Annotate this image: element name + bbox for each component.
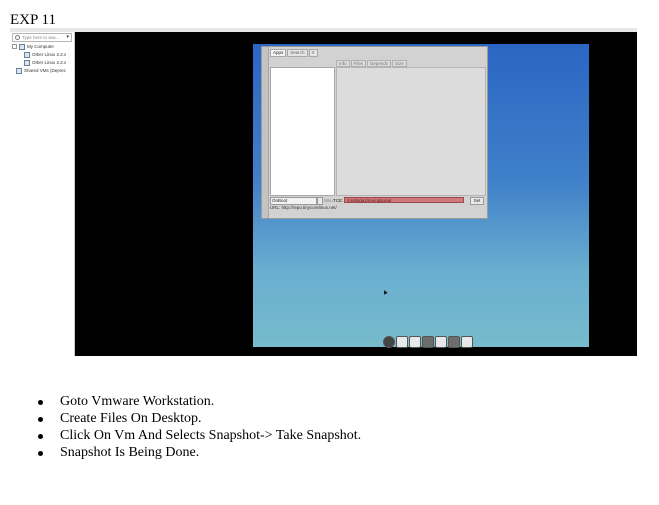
- vm-console[interactable]: Apps Search X Info Files Depends Size OnBoot …: [75, 32, 637, 356]
- tab-search[interactable]: Search: [287, 49, 308, 57]
- document-heading: EXP 11: [10, 12, 56, 28]
- shared-vms-icon: [16, 67, 22, 74]
- guest-desktop[interactable]: Apps Search X Info Files Depends Size OnBoot …: [253, 44, 589, 349]
- tab-close[interactable]: X: [308, 49, 318, 57]
- pencil-icon[interactable]: [396, 336, 408, 349]
- bullet-icon: [38, 434, 43, 439]
- tce-label: TCE:: [333, 198, 344, 203]
- window-side-titlebar[interactable]: [262, 47, 269, 218]
- gear-icon[interactable]: [422, 336, 434, 349]
- apps-list[interactable]: [270, 67, 335, 196]
- tree-item-label: Other Linux 2.2.x: [32, 52, 67, 57]
- vm-library-panel: Type here to sea... ▾ My Computer Other …: [10, 32, 75, 356]
- tab-apps[interactable]: Apps: [270, 49, 287, 57]
- search-icon: [15, 35, 20, 40]
- tab-depends[interactable]: Depends: [367, 60, 392, 67]
- tree-item-shared-vms[interactable]: Shared VMs (Deprec: [16, 67, 66, 74]
- power-icon[interactable]: [383, 336, 395, 349]
- tree-item-vm-2[interactable]: Other Linux 2.2.x: [24, 59, 66, 66]
- steps-list: Goto Vmware Workstation. Create Files On…: [38, 393, 361, 461]
- dropdown-arrow-icon[interactable]: ▾: [66, 34, 69, 41]
- tab-info[interactable]: Info: [336, 60, 350, 67]
- search-placeholder: Type here to sea...: [22, 35, 60, 40]
- terminal-icon[interactable]: [448, 336, 460, 349]
- computer-icon: [19, 43, 25, 50]
- info-pane: [336, 67, 486, 196]
- repository-url: URL: http://repo.tinycorelinux.net/: [270, 205, 337, 210]
- tree-item-label: My Computer: [27, 44, 55, 49]
- step-text: Goto Vmware Workstation.: [60, 394, 215, 409]
- library-search-box[interactable]: Type here to sea... ▾: [12, 33, 72, 42]
- list-item: Goto Vmware Workstation.: [38, 393, 361, 410]
- step-text: Snapshot Is Being Done.: [60, 445, 200, 460]
- vm-icon: [24, 51, 30, 58]
- list-item: Create Files On Desktop.: [38, 410, 361, 427]
- step-text: Create Files On Desktop.: [60, 411, 202, 426]
- list-item: Snapshot Is Being Done.: [38, 444, 361, 461]
- tce-path-field[interactable]: /mnt/sda1/tce/optional: [344, 197, 464, 203]
- tree-item-label: Shared VMs (Deprec: [24, 68, 67, 73]
- mouse-cursor-icon: [382, 289, 388, 295]
- bullet-icon: [38, 417, 43, 422]
- install-options-bar: OnBoot Mnu TCE: /mnt/sda1/tce/optional S…: [270, 197, 484, 205]
- apps-icon[interactable]: [409, 336, 421, 349]
- vmware-screenshot: Type here to sea... ▾ My Computer Other …: [10, 28, 637, 356]
- screen-icon[interactable]: [461, 336, 473, 349]
- app-browser-window[interactable]: Apps Search X Info Files Depends Size OnBoot …: [261, 46, 488, 219]
- bullet-icon: [38, 400, 43, 405]
- list-item: Click On Vm And Selects Snapshot-> Take …: [38, 427, 361, 444]
- collapse-icon[interactable]: [12, 44, 17, 50]
- info-tabs: Info Files Depends Size: [336, 60, 408, 67]
- vm-running-icon: [24, 59, 30, 66]
- tab-files[interactable]: Files: [350, 60, 367, 67]
- select-spinner[interactable]: [317, 197, 323, 205]
- desktop-dock: [383, 333, 474, 349]
- network-icon[interactable]: [435, 336, 447, 349]
- tree-item-vm-1[interactable]: Other Linux 2.2.x: [24, 51, 66, 58]
- bullet-icon: [38, 451, 43, 456]
- app-tabs: Apps Search X: [270, 49, 319, 57]
- mini-label: Mnu: [324, 198, 333, 203]
- tab-size[interactable]: Size: [392, 60, 407, 67]
- step-text: Click On Vm And Selects Snapshot-> Take …: [60, 428, 362, 443]
- tree-item-label: Other Linux 2.2.x: [32, 60, 67, 65]
- install-mode-select[interactable]: OnBoot: [270, 197, 317, 205]
- tree-item-my-computer[interactable]: My Computer: [12, 43, 54, 50]
- set-button[interactable]: Set: [470, 197, 484, 205]
